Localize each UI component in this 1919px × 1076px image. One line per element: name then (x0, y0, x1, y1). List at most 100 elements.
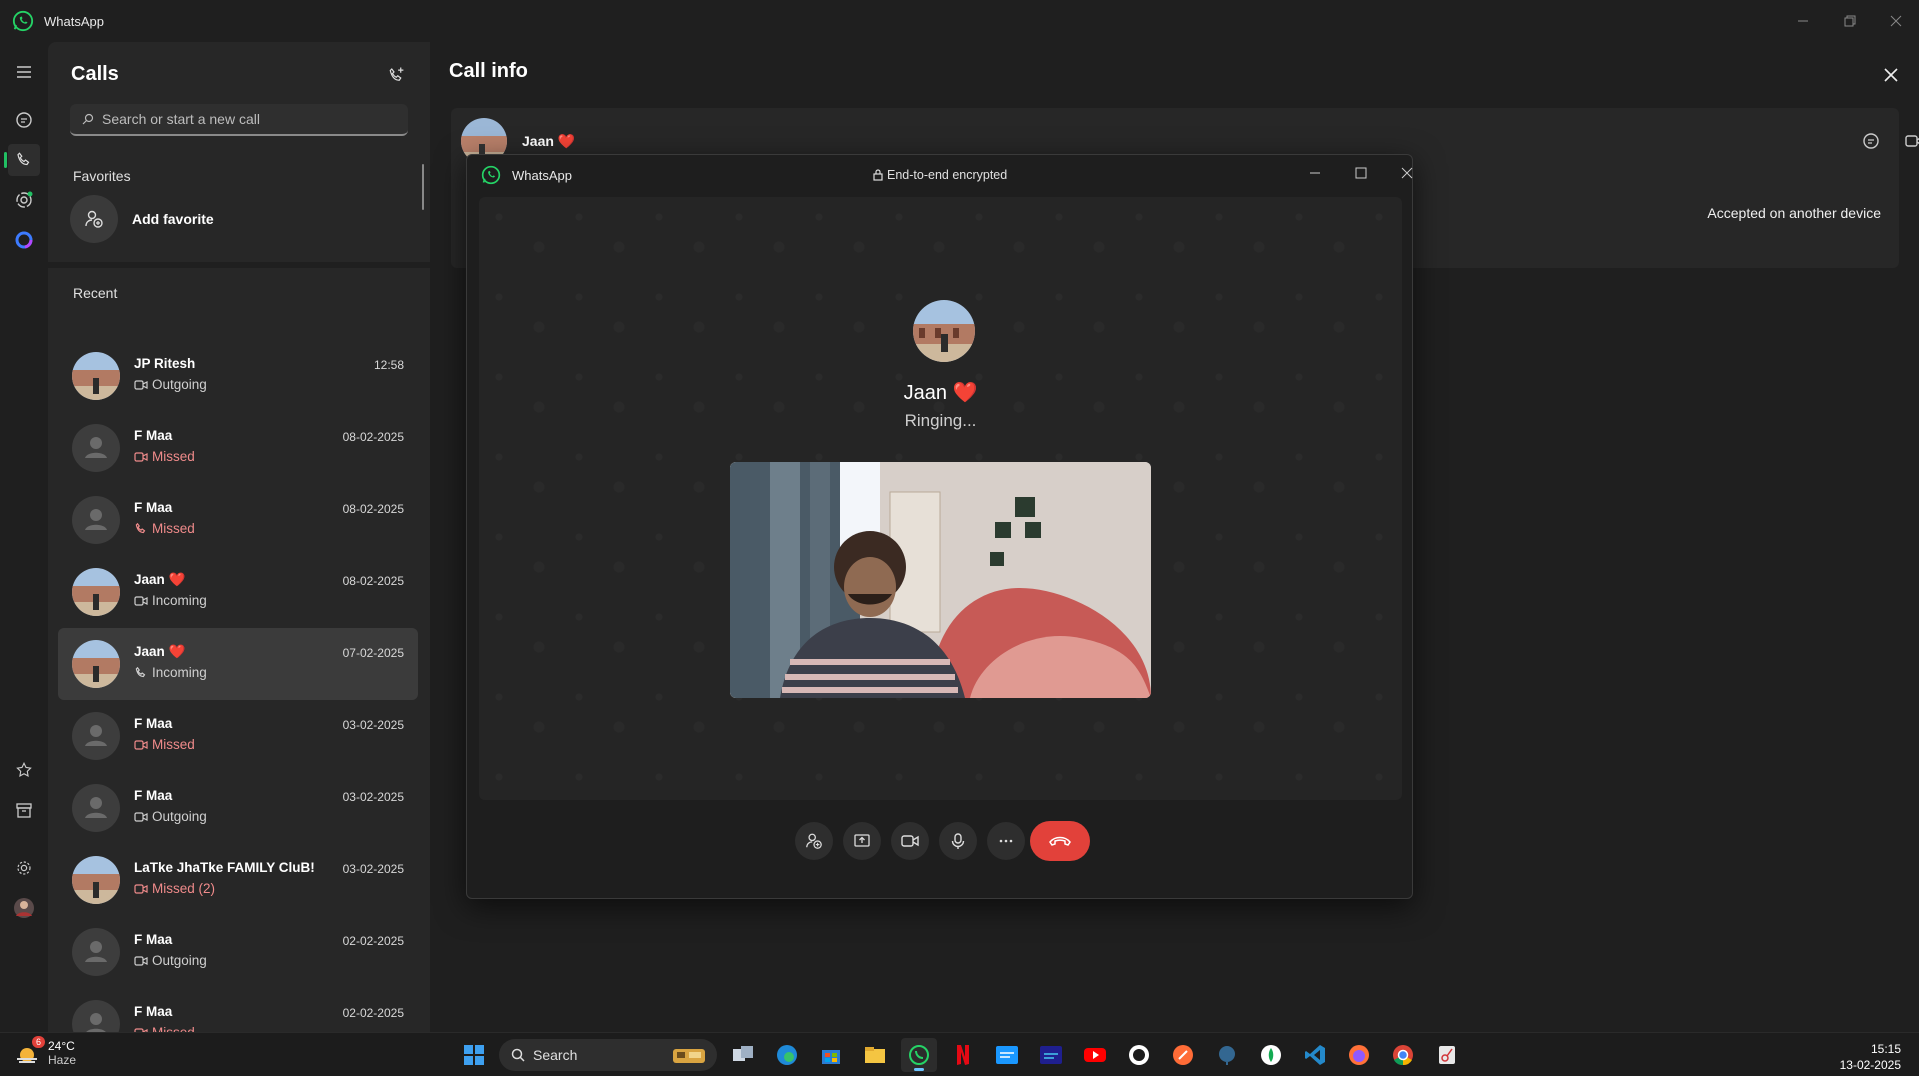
video-icon (134, 811, 148, 823)
weather-badge: 6 (32, 1036, 46, 1048)
video-call-button[interactable] (1899, 126, 1919, 156)
minimize-button[interactable] (1780, 6, 1826, 36)
call-item[interactable]: LaTke JhaTke FAMILY CluB! 03-02-2025 Misse… (58, 844, 418, 916)
meta-ai-icon[interactable] (8, 224, 40, 256)
search-input[interactable] (102, 111, 392, 127)
call-item[interactable]: F Maa 08-02-2025 Missed (58, 412, 418, 484)
more-options-button[interactable] (987, 822, 1025, 860)
edge-icon[interactable] (769, 1038, 805, 1072)
call-item[interactable]: Jaan ❤️ 07-02-2025 Incoming (58, 628, 418, 700)
microphone-icon (951, 833, 965, 849)
search-icon (82, 113, 94, 125)
call-item[interactable]: Jaan ❤️ 08-02-2025 Incoming (58, 556, 418, 628)
task-view-icon[interactable] (725, 1038, 761, 1072)
end-call-button[interactable] (1030, 821, 1090, 861)
camera-toggle-button[interactable] (891, 822, 929, 860)
call-status: Outgoing (134, 809, 207, 824)
call-item[interactable]: F Maa 03-02-2025 Missed (58, 700, 418, 772)
netflix-icon[interactable] (945, 1038, 981, 1072)
call-status: Incoming (134, 665, 207, 680)
call-date: 08-02-2025 (342, 430, 404, 444)
whatsapp-logo-icon (12, 10, 34, 32)
firefox-icon[interactable] (1341, 1038, 1377, 1072)
call-name: F Maa (134, 500, 173, 515)
calls-panel: Calls Favorites Add favorite Recent JP R… (48, 42, 430, 1032)
close-call-info-button[interactable] (1876, 60, 1906, 90)
weather-widget[interactable]: 6 24°C Haze (14, 1036, 77, 1067)
system-clock[interactable]: 15:15 13-02-2025 (1840, 1041, 1901, 1073)
postgresql-icon[interactable] (1209, 1038, 1245, 1072)
youtube-icon[interactable] (1077, 1038, 1113, 1072)
lock-icon (873, 169, 883, 181)
call-item[interactable]: F Maa 02-02-2025 Outgoing (58, 916, 418, 988)
add-participant-button[interactable] (795, 822, 833, 860)
call-list: JP Ritesh 12:58 Outgoing F Maa 08-02-2025 Mis… (58, 340, 420, 1032)
call-status: Incoming (134, 593, 207, 608)
chrome-icon[interactable] (1385, 1038, 1421, 1072)
start-button[interactable] (456, 1038, 492, 1072)
video-icon (134, 883, 148, 895)
call-date: 03-02-2025 (342, 718, 404, 732)
scrollbar[interactable] (422, 164, 424, 210)
callee-avatar (913, 300, 975, 362)
taskbar-search[interactable]: Search (499, 1039, 717, 1071)
call-item[interactable]: F Maa 08-02-2025 Missed (58, 484, 418, 556)
share-screen-icon (854, 834, 870, 847)
call-close-button[interactable] (1389, 159, 1425, 187)
archive-icon[interactable] (8, 794, 40, 826)
starred-icon[interactable] (8, 754, 40, 786)
windows-icon (464, 1045, 484, 1065)
message-button[interactable] (1856, 126, 1886, 156)
call-name: F Maa (134, 788, 173, 803)
video-icon (1905, 135, 1919, 147)
call-minimize-button[interactable] (1297, 159, 1333, 187)
vscode-icon[interactable] (1297, 1038, 1333, 1072)
mute-button[interactable] (939, 822, 977, 860)
call-status: Outgoing (134, 953, 207, 968)
search-box[interactable] (70, 104, 408, 136)
postman-icon[interactable] (1165, 1038, 1201, 1072)
github-icon[interactable] (1121, 1038, 1157, 1072)
call-window-title: WhatsApp (512, 168, 572, 183)
avatar (72, 928, 120, 976)
callee-name: Jaan ❤️ (903, 382, 978, 404)
clock-time: 15:15 (1870, 1042, 1901, 1056)
store-icon[interactable] (813, 1038, 849, 1072)
call-item[interactable]: JP Ritesh 12:58 Outgoing (58, 340, 418, 412)
call-status-text: Outgoing (152, 809, 207, 824)
whatsapp-logo-icon (481, 165, 501, 185)
call-status: Missed (2) (134, 881, 215, 896)
recent-label: Recent (73, 285, 118, 301)
call-item[interactable]: F Maa 03-02-2025 Outgoing (58, 772, 418, 844)
avatar (72, 1000, 120, 1032)
new-call-button[interactable] (382, 60, 412, 90)
call-name: F Maa (134, 716, 173, 731)
video-icon (134, 451, 148, 463)
call-window-titlebar[interactable]: WhatsApp End-to-end encrypted (467, 155, 1413, 193)
snipping-tool-icon[interactable] (1429, 1038, 1465, 1072)
profile-avatar[interactable] (8, 892, 40, 924)
weather-condition: Haze (48, 1053, 77, 1067)
mongodb-icon[interactable] (1253, 1038, 1289, 1072)
file-explorer-icon[interactable] (857, 1038, 893, 1072)
call-date: 08-02-2025 (342, 502, 404, 516)
settings-icon[interactable] (8, 852, 40, 884)
chats-icon[interactable] (8, 104, 40, 136)
status-icon[interactable] (8, 184, 40, 216)
call-stage: Jaan ❤️ Ringing... (479, 197, 1402, 800)
avatar (72, 784, 120, 832)
maximize-button[interactable] (1827, 6, 1873, 36)
add-favorite-button[interactable]: Add favorite (58, 189, 418, 249)
video-icon (134, 595, 148, 607)
calls-icon[interactable] (4, 144, 40, 176)
call-item[interactable]: F Maa 02-02-2025 Missed (58, 988, 418, 1032)
share-screen-button[interactable] (843, 822, 881, 860)
whatsapp-icon[interactable] (901, 1038, 937, 1072)
call-maximize-button[interactable] (1343, 159, 1379, 187)
close-button[interactable] (1873, 6, 1919, 36)
call-status: Missed (134, 449, 195, 464)
prime-video-icon[interactable] (989, 1038, 1025, 1072)
amazon-music-icon[interactable] (1033, 1038, 1069, 1072)
menu-icon[interactable] (8, 56, 40, 88)
call-status-text: Missed (152, 1025, 195, 1032)
